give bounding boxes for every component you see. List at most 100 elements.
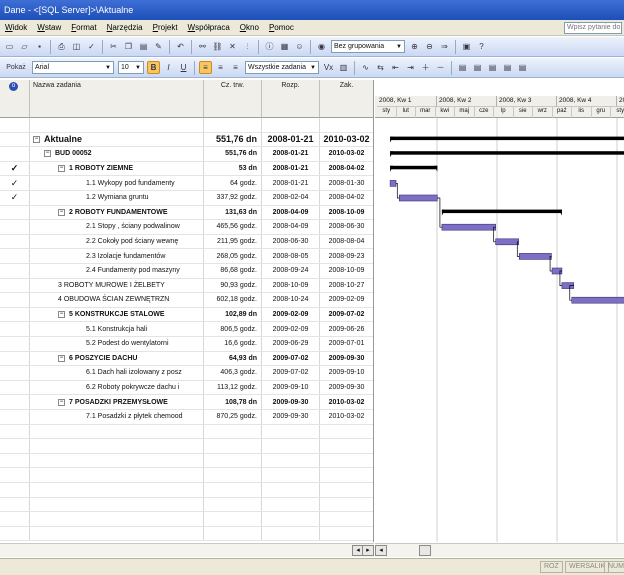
task-name-cell[interactable]: 3 ROBOTY MUROWE I ŻELBETY [30,278,204,293]
empty-cell[interactable] [30,512,204,526]
duration-cell[interactable]: 268,05 godz. [204,249,262,263]
help-search-input[interactable]: Wpisz pytanie do [564,22,622,34]
menu-item[interactable]: Widok [0,23,32,32]
task-name-cell[interactable]: 4 OBUDOWA ŚCIAN ZEWNĘTRZN [30,293,204,307]
summary-bar[interactable] [441,209,562,214]
empty-row[interactable] [0,497,373,513]
empty-cell[interactable] [204,424,262,439]
empty-cell[interactable] [320,454,373,468]
duration-cell[interactable]: 406,3 godz. [204,366,262,380]
duration-cell[interactable]: 64 godz. [204,176,262,190]
finish-cell[interactable]: 2010-03-02 [320,410,373,424]
align-center-icon[interactable]: ≡ [214,61,227,74]
percent-100-icon[interactable]: ▤ [516,61,529,74]
duration-cell[interactable]: 551,76 dn [204,147,262,161]
task-row[interactable] [0,118,373,133]
summary-bar[interactable] [390,151,624,155]
empty-cell[interactable] [30,468,204,482]
task-name-cell[interactable]: 2.4 Fundamenty pod maszyny [30,264,204,278]
duration-cell[interactable]: 602,18 godz. [204,293,262,307]
finish-cell[interactable]: 2008-10-09 [320,206,373,220]
scroll-left-icon[interactable]: ◂ [375,545,387,556]
task-name-cell[interactable]: 1.1 Wykopy pod fundamenty [30,176,204,190]
font-size-select[interactable]: 10 ▼ [118,61,144,74]
empty-cell[interactable] [0,497,30,512]
scroll-thumb[interactable] [419,545,431,556]
empty-cell[interactable] [0,424,30,439]
empty-cell[interactable] [262,512,320,526]
tracking-icon[interactable]: ∿ [359,61,372,74]
update-tasks-icon[interactable]: ⇆ [374,61,387,74]
percent-50-icon[interactable]: ▤ [486,61,499,74]
finish-header[interactable]: Zak. [320,80,373,118]
empty-row[interactable] [0,453,373,469]
start-cell[interactable]: 2008-10-24 [262,293,320,307]
align-right-icon[interactable]: ≡ [229,61,242,74]
task-row[interactable]: ✓ −1 ROBOTY ZIEMNE 53 dn 2008-01-21 2008-04-… [0,161,373,177]
duration-cell[interactable]: 86,68 godz. [204,264,262,278]
start-cell[interactable]: 2008-01-21 [262,176,320,190]
task-row[interactable]: −6 POSZYCIE DACHU 64,93 dn 2009-07-02 2009-… [0,351,373,367]
gantt-wizard-icon[interactable]: ▥ [337,61,350,74]
start-cell[interactable]: 2008-04-09 [262,205,320,220]
empty-row[interactable] [0,483,373,498]
summary-bar[interactable] [390,165,438,170]
undo-icon[interactable]: ↶ [174,40,187,53]
start-cell[interactable]: 2009-07-02 [262,366,320,380]
task-row[interactable]: 3 ROBOTY MUROWE I ŻELBETY 90,93 godz. 2008… [0,278,373,294]
save-icon[interactable]: ▪ [33,40,46,53]
task-name-cell[interactable]: −2 ROBOTY FUNDAMENTOWE [30,205,204,220]
finish-cell[interactable] [320,118,373,132]
empty-row[interactable] [0,512,373,527]
empty-cell[interactable] [30,526,204,541]
indent-icon[interactable]: ⇥ [404,61,417,74]
task-name-cell[interactable]: − Aktualne [30,132,204,147]
finish-cell[interactable]: 2009-07-01 [320,337,373,351]
task-row[interactable]: −7 POSADZKI PRZEMYSŁOWE 108,78 dn 2009-09-… [0,395,373,410]
task-name-cell[interactable]: −7 POSADZKI PRZEMYSŁOWE [30,395,204,409]
gantt-hscrollbar[interactable]: ◂ [375,543,624,557]
duration-cell[interactable]: 113,12 godz. [204,380,262,395]
help-icon[interactable]: ? [475,40,488,53]
finish-cell[interactable]: 2010-03-02 [320,133,373,147]
empty-cell[interactable] [204,483,262,497]
autofilter-button[interactable]: Vx [322,61,335,74]
task-name-cell[interactable] [30,118,204,132]
collapse-icon[interactable]: − [58,398,65,406]
duration-cell[interactable]: 90,93 godz. [204,278,262,293]
indicators-header[interactable]: o [0,80,30,118]
task-name-cell[interactable]: 6.2 Roboty pokrywcze dachu i [30,380,204,395]
task-name-cell[interactable]: 5.2 Podest do wentylatorni [30,337,204,351]
empty-cell[interactable] [30,497,204,512]
empty-cell[interactable] [0,453,30,468]
empty-cell[interactable] [30,439,204,453]
duration-header[interactable]: Cz. trw. [204,80,262,118]
task-row[interactable]: 7.1 Posadzki z płytek chemood 870,25 godz… [0,410,373,425]
assign-resources-icon[interactable]: ☺ [293,40,306,53]
duration-cell[interactable]: 211,95 godz. [204,234,262,249]
task-row[interactable]: 2.3 Izolacje fundamentów 268,05 godz. 2008… [0,249,373,264]
percent-0-icon[interactable]: ▤ [456,61,469,74]
show-outline-button[interactable]: Pokaż [3,61,29,74]
start-cell[interactable]: 2009-02-09 [262,322,320,336]
empty-cell[interactable] [204,439,262,453]
duration-cell[interactable]: 108,78 dn [204,395,262,409]
spelling-icon[interactable]: ✓ [85,40,98,53]
finish-cell[interactable]: 2010-03-02 [320,395,373,409]
empty-row[interactable] [0,526,373,542]
empty-cell[interactable] [0,512,30,526]
finish-cell[interactable]: 2009-06-26 [320,322,373,336]
task-row[interactable]: − BUD 00052 551,76 dn 2008-01-21 2010-03-02 [0,147,373,162]
start-cell[interactable]: 2009-06-29 [262,337,320,351]
duration-cell[interactable]: 806,5 godz. [204,322,262,336]
cut-icon[interactable]: ✂ [107,40,120,53]
collapse-icon[interactable]: − [33,135,40,143]
new-icon[interactable]: ▭ [3,40,16,53]
finish-cell[interactable]: 2010-03-02 [320,147,373,161]
task-row[interactable]: 6.2 Roboty pokrywcze dachu i 113,12 godz.… [0,380,373,396]
duration-cell[interactable]: 64,93 dn [204,351,262,366]
task-row[interactable]: ✓ 1.1 Wykopy pod fundamenty 64 godz. 2008-0… [0,176,373,191]
finish-cell[interactable]: 2008-04-02 [320,191,373,205]
duration-cell[interactable]: 53 dn [204,161,262,176]
duration-cell[interactable]: 551,76 dn [204,132,262,147]
